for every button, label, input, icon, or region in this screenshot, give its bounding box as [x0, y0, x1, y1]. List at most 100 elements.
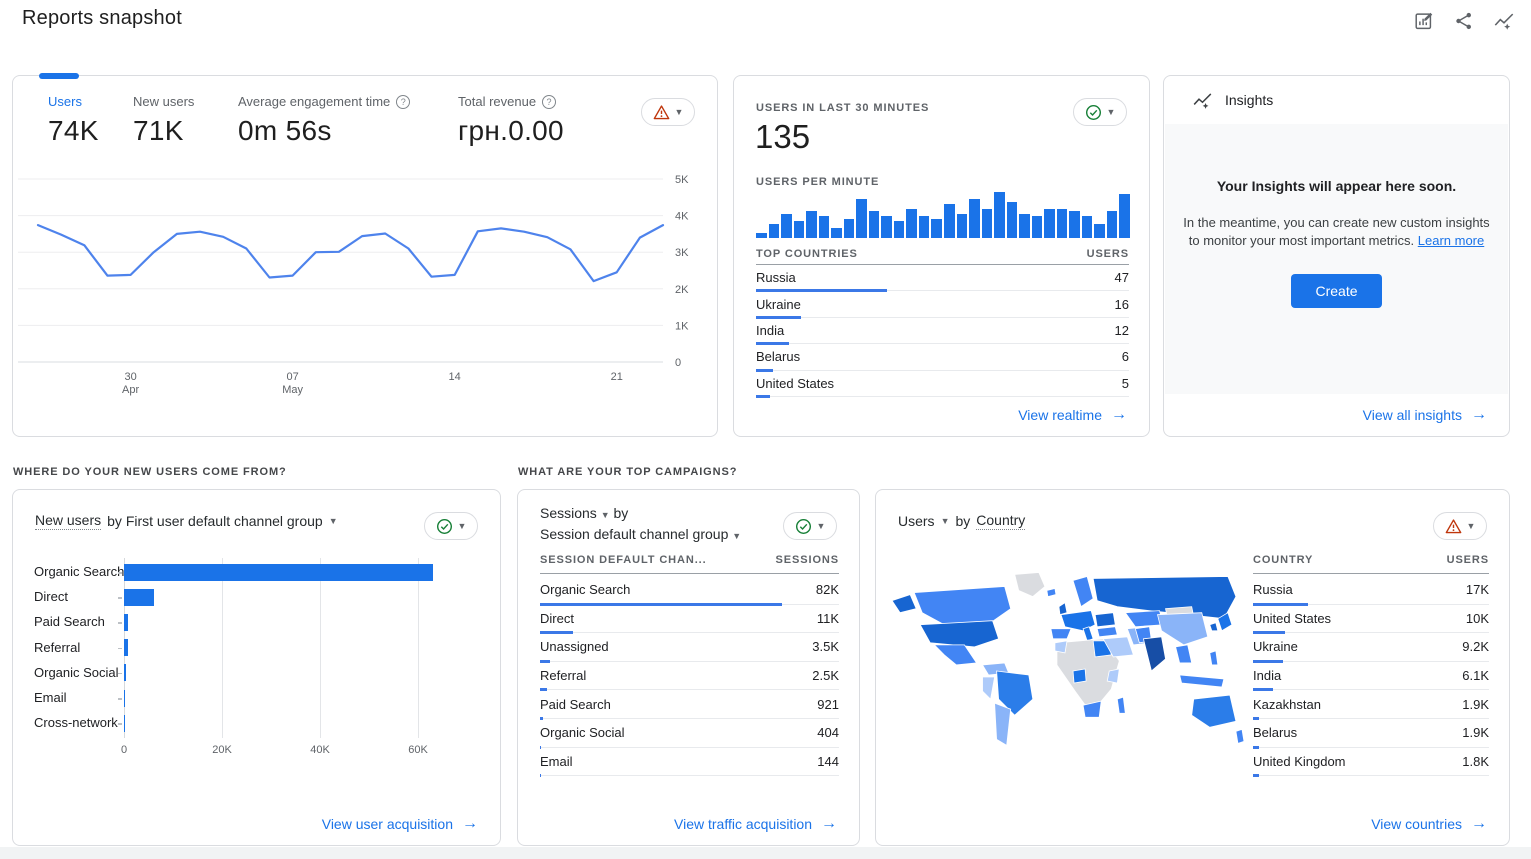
campaigns-status-dropdown[interactable]: ▼ — [783, 512, 837, 540]
value-underline-bar — [1253, 774, 1259, 777]
x-tick-label: 40K — [310, 744, 330, 756]
channel-bar — [124, 564, 433, 581]
realtime-users-value: 135 — [755, 118, 810, 156]
svg-text:4K: 4K — [675, 211, 689, 223]
row-label: Referral — [540, 668, 586, 683]
minute-bar — [831, 228, 842, 238]
x-tick-label: 0 — [121, 744, 127, 756]
channel-bar — [124, 664, 126, 681]
top-countries-rows: Russia 47 Ukraine 16 India 12 Belarus 6 … — [756, 265, 1129, 397]
campaigns-card-title[interactable]: Sessions ▼ by Session default channel gr… — [540, 504, 741, 546]
minute-bar — [944, 204, 955, 238]
row-value: 6.1K — [1462, 668, 1489, 683]
country-users: 16 — [1115, 297, 1129, 312]
metric-tab-avg-engagement[interactable]: Average engagement time? 0m 56s — [238, 94, 458, 147]
country-users: 5 — [1122, 376, 1129, 391]
minute-bar — [794, 221, 805, 238]
row-label: Russia — [1253, 582, 1293, 597]
countries-table-header: COUNTRY USERS — [1253, 554, 1489, 574]
help-icon[interactable]: ? — [396, 95, 410, 109]
chevron-down-icon: ▼ — [329, 516, 338, 526]
carousel-indicator — [39, 73, 79, 79]
acquisition-card-title[interactable]: New users by First user default channel … — [35, 512, 338, 530]
minute-bar — [856, 199, 867, 238]
countries-status-dropdown[interactable]: ▼ — [1433, 512, 1487, 540]
minute-bar — [1069, 211, 1080, 238]
minute-bar — [894, 221, 905, 238]
check-circle-icon — [436, 518, 453, 535]
minute-bar — [769, 224, 780, 239]
svg-text:07: 07 — [287, 371, 299, 383]
countries-card-title[interactable]: Users ▼ by Country — [898, 512, 1025, 530]
svg-text:May: May — [282, 384, 303, 396]
table-row: Direct 11K — [540, 605, 839, 634]
countries-card: Users ▼ by Country ▼ — [875, 489, 1510, 846]
acquisition-card: New users by First user default channel … — [12, 489, 501, 846]
help-icon[interactable]: ? — [542, 95, 556, 109]
world-map-chart[interactable] — [886, 566, 1248, 780]
row-label: Organic Search — [540, 582, 630, 597]
svg-text:5K: 5K — [675, 174, 689, 186]
metric-tab-total-revenue[interactable]: Total revenue? грн.0.00 — [458, 94, 564, 147]
warning-triangle-icon — [1445, 518, 1462, 535]
create-insight-button[interactable]: Create — [1291, 274, 1381, 308]
arrow-right-icon: → — [1471, 406, 1487, 424]
minute-bar — [919, 216, 930, 238]
country-users: 6 — [1122, 349, 1129, 364]
category-label: Organic Social — [34, 665, 119, 680]
category-tick — [118, 648, 122, 650]
table-row: Organic Search 82K — [540, 576, 839, 605]
realtime-heading: USERS IN LAST 30 MINUTES — [756, 102, 929, 114]
minute-bar — [1044, 209, 1055, 238]
row-value: 9.2K — [1462, 639, 1489, 654]
country-name: United States — [756, 376, 834, 391]
value-underline-bar — [540, 774, 541, 777]
table-row: Unassigned 3.5K — [540, 633, 839, 662]
data-quality-dropdown[interactable]: ▼ — [641, 98, 695, 126]
row-label: Email — [540, 754, 573, 769]
row-value: 82K — [816, 582, 839, 597]
chevron-down-icon: ▼ — [817, 521, 826, 531]
insights-hub-icon[interactable] — [1489, 6, 1519, 36]
users-per-minute-chart — [756, 192, 1130, 238]
table-row: Kazakhstan 1.9K — [1253, 690, 1489, 719]
share-icon[interactable] — [1449, 6, 1479, 36]
view-user-acquisition-link[interactable]: View user acquisition→ — [322, 815, 478, 833]
minute-bar — [969, 199, 980, 238]
overview-card: Users 74K New users 71K Average engageme… — [12, 75, 718, 437]
metric-tab-users[interactable]: Users 74K — [48, 94, 133, 147]
metric-value: 74K — [48, 115, 133, 147]
insights-header: Insights — [1164, 76, 1509, 124]
insights-body: In the meantime, you can create new cust… — [1183, 214, 1491, 250]
table-row: Russia 17K — [1253, 576, 1489, 605]
minute-bar — [1082, 216, 1093, 238]
campaigns-table-rows: Organic Search 82K Direct 11K Unassigned… — [540, 576, 839, 776]
metric-tab-new-users[interactable]: New users 71K — [133, 94, 238, 147]
realtime-status-dropdown[interactable]: ▼ — [1073, 98, 1127, 126]
table-row: United States 10K — [1253, 605, 1489, 634]
row-value: 17K — [1466, 582, 1489, 597]
realtime-card: USERS IN LAST 30 MINUTES 135 ▼ USERS PER… — [733, 75, 1150, 437]
svg-text:14: 14 — [449, 371, 461, 383]
insights-card: Insights Your Insights will appear here … — [1163, 75, 1510, 437]
country-name: Ukraine — [756, 297, 801, 312]
acquisition-status-dropdown[interactable]: ▼ — [424, 512, 478, 540]
svg-text:Apr: Apr — [122, 384, 139, 396]
view-all-insights-link[interactable]: View all insights→ — [1363, 406, 1487, 424]
row-label: India — [1253, 668, 1281, 683]
view-countries-link[interactable]: View countries→ — [1371, 815, 1487, 833]
minute-bar — [1032, 216, 1043, 238]
customize-report-icon[interactable] — [1409, 6, 1439, 36]
view-traffic-acquisition-link[interactable]: View traffic acquisition→ — [674, 815, 837, 833]
minute-bar — [1107, 211, 1118, 238]
minute-bar — [844, 219, 855, 238]
minute-bar — [806, 211, 817, 238]
row-label: Organic Social — [540, 725, 625, 740]
row-label: Kazakhstan — [1253, 697, 1321, 712]
table-row: Organic Social 404 — [540, 719, 839, 748]
view-realtime-link[interactable]: View realtime→ — [1018, 406, 1127, 424]
overview-metrics: Users 74K New users 71K Average engageme… — [48, 94, 564, 147]
row-label: Paid Search — [540, 697, 611, 712]
learn-more-link[interactable]: Learn more — [1418, 233, 1484, 248]
world-map — [886, 566, 1248, 780]
